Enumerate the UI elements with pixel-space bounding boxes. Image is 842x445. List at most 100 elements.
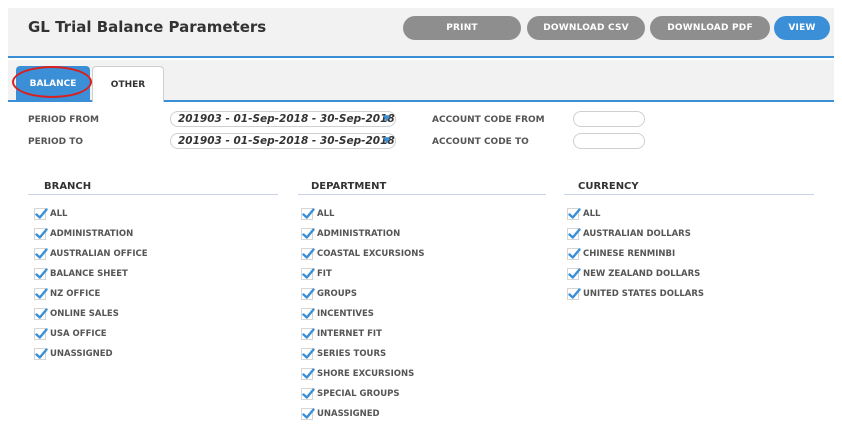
account-to-input[interactable] [573,133,645,149]
department-checkbox-item[interactable]: INTERNET FIT [301,328,382,340]
checkbox[interactable] [34,348,48,360]
checkmark-icon [568,208,581,219]
department-item-label: INCENTIVES [317,309,374,319]
checkbox[interactable] [567,268,581,280]
checkmark-icon [35,328,48,339]
checkmark-icon [302,388,315,399]
department-item-label: ALL [317,209,335,219]
checkbox[interactable] [34,328,48,340]
branch-item-label: AUSTRALIAN OFFICE [50,249,148,259]
department-item-label: SERIES TOURS [317,349,387,359]
checkmark-icon [302,328,315,339]
currency-item-label: NEW ZEALAND DOLLARS [583,269,701,279]
checkbox[interactable] [301,208,315,220]
branch-checkbox-item[interactable]: ONLINE SALES [34,308,119,320]
branch-item-label: BALANCE SHEET [50,269,128,279]
checkbox[interactable] [567,248,581,260]
account-from-input[interactable] [573,111,645,127]
checkmark-icon [302,348,315,359]
branch-checkbox-item[interactable]: ALL [34,208,67,220]
department-item-label: ADMINISTRATION [317,229,401,239]
department-checkbox-item[interactable]: UNASSIGNED [301,408,380,420]
department-item-label: UNASSIGNED [317,409,380,419]
download-pdf-button[interactable]: DOWNLOAD PDF [650,16,770,40]
checkmark-icon [302,408,315,419]
header-bar: GL Trial Balance Parameters PRINT DOWNLO… [8,8,834,58]
checkmark-icon [302,228,315,239]
department-item-label: SHORE EXCURSIONS [317,369,415,379]
checkbox[interactable] [301,348,315,360]
currency-checkbox-item[interactable]: AUSTRALIAN DOLLARS [567,228,691,240]
checkbox[interactable] [34,268,48,280]
department-checkbox-item[interactable]: SHORE EXCURSIONS [301,368,414,380]
department-checkbox-item[interactable]: FIT [301,268,332,280]
branch-checkbox-item[interactable]: USA OFFICE [34,328,107,340]
branch-item-label: ONLINE SALES [50,309,119,319]
department-checkbox-item[interactable]: SPECIAL GROUPS [301,388,400,400]
branch-item-label: ALL [50,209,68,219]
currency-checkbox-item[interactable]: NEW ZEALAND DOLLARS [567,268,700,280]
department-checkbox-item[interactable]: INCENTIVES [301,308,374,320]
checkmark-icon [302,368,315,379]
checkbox[interactable] [301,228,315,240]
chevron-down-icon: ▼ [383,136,390,146]
currency-item-label: AUSTRALIAN DOLLARS [583,229,691,239]
currency-checkbox-item[interactable]: ALL [567,208,600,220]
checkmark-icon [568,248,581,259]
checkbox[interactable] [301,268,315,280]
department-checkbox-item[interactable]: ALL [301,208,334,220]
tab-other[interactable]: OTHER [92,66,164,102]
checkbox[interactable] [567,288,581,300]
branch-item-label: UNASSIGNED [50,349,113,359]
checkbox[interactable] [301,388,315,400]
checkbox[interactable] [301,408,315,420]
account-to-label: ACCOUNT CODE TO [432,137,529,147]
view-button[interactable]: VIEW [774,16,830,40]
department-item-label: GROUPS [317,289,358,299]
department-item-label: COASTAL EXCURSIONS [317,249,425,259]
branch-checkbox-item[interactable]: UNASSIGNED [34,348,113,360]
checkbox[interactable] [301,368,315,380]
chevron-down-icon: ▼ [383,114,390,124]
period-from-value: 201903 - 01-Sep-2018 - 30-Sep-2018 [178,113,395,125]
currency-checkbox-item[interactable]: UNITED STATES DOLLARS [567,288,704,300]
period-to-value: 201903 - 01-Sep-2018 - 30-Sep-2018 [178,135,395,147]
checkbox[interactable] [34,308,48,320]
department-item-label: FIT [317,269,332,279]
currency-checkbox-item[interactable]: CHINESE RENMINBI [567,248,675,260]
checkbox[interactable] [301,288,315,300]
checkbox[interactable] [34,208,48,220]
department-checkbox-item[interactable]: GROUPS [301,288,357,300]
period-to-select[interactable]: 201903 - 01-Sep-2018 - 30-Sep-2018 ▼ [170,133,396,149]
tab-balance[interactable]: BALANCE [16,66,90,102]
department-checkbox-item[interactable]: COASTAL EXCURSIONS [301,248,425,260]
branch-item-label: ADMINISTRATION [50,229,134,239]
checkbox[interactable] [301,308,315,320]
branch-checkbox-item[interactable]: ADMINISTRATION [34,228,133,240]
period-from-select[interactable]: 201903 - 01-Sep-2018 - 30-Sep-2018 ▼ [170,111,396,127]
department-item-label: SPECIAL GROUPS [317,389,400,399]
print-button[interactable]: PRINT [403,16,521,40]
branch-checkbox-item[interactable]: BALANCE SHEET [34,268,128,280]
checkbox[interactable] [34,288,48,300]
parameters-panel: GL Trial Balance Parameters PRINT DOWNLO… [8,8,834,445]
checkbox[interactable] [34,228,48,240]
checkbox[interactable] [34,248,48,260]
checkmark-icon [302,288,315,299]
checkmark-icon [302,308,315,319]
branch-heading: BRANCH [44,181,92,192]
checkbox[interactable] [567,228,581,240]
branch-checkbox-item[interactable]: AUSTRALIAN OFFICE [34,248,148,260]
checkbox[interactable] [301,248,315,260]
branch-checkbox-item[interactable]: NZ OFFICE [34,288,100,300]
currency-item-label: ALL [583,209,601,219]
download-csv-button[interactable]: DOWNLOAD CSV [527,16,645,40]
tab-bar: BALANCE OTHER [8,60,834,102]
checkmark-icon [35,208,48,219]
department-heading: DEPARTMENT [311,181,387,192]
department-checkbox-item[interactable]: SERIES TOURS [301,348,386,360]
department-checkbox-item[interactable]: ADMINISTRATION [301,228,400,240]
checkbox[interactable] [301,328,315,340]
checkbox[interactable] [567,208,581,220]
page-title: GL Trial Balance Parameters [28,18,267,36]
